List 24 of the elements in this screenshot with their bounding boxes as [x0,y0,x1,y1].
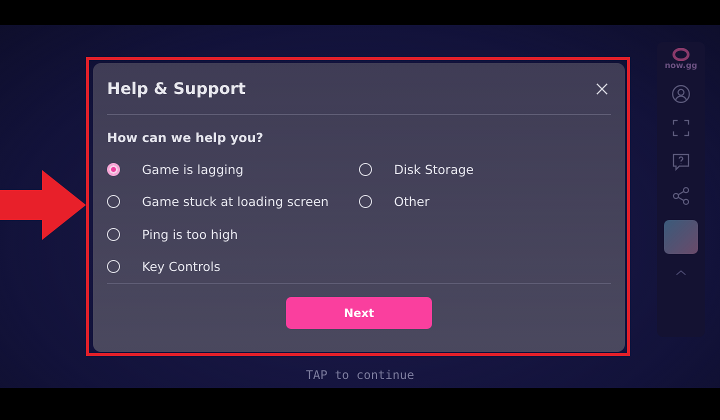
help-icon[interactable] [671,152,691,172]
radio-button[interactable] [359,162,372,176]
logo-text: now.gg [664,61,698,70]
radio-option[interactable]: Game is lagging [107,153,359,186]
fullscreen-icon[interactable] [671,118,691,138]
radio-option[interactable]: Ping is too high [107,218,359,250]
radio-button[interactable] [107,228,120,241]
radio-button[interactable] [107,195,120,208]
radio-option[interactable]: Other [359,186,611,218]
dialog-title: Help & Support [107,79,246,98]
radio-button[interactable] [359,195,372,208]
tap-hint: TAP to continue [304,368,416,382]
arrow-icon [0,170,86,240]
share-icon[interactable] [671,186,691,206]
question-label: How can we help you? [107,130,264,145]
radio-option[interactable]: Disk Storage [359,153,611,186]
radio-option[interactable]: Key Controls [107,250,359,283]
user-icon[interactable] [671,84,691,104]
game-thumbnail[interactable] [664,220,698,254]
radio-button[interactable] [107,162,120,176]
logo-icon [672,48,690,61]
radio-button[interactable] [107,260,120,274]
close-icon[interactable] [596,82,608,94]
radio-option[interactable]: Game stuck at loading screen [107,186,359,218]
